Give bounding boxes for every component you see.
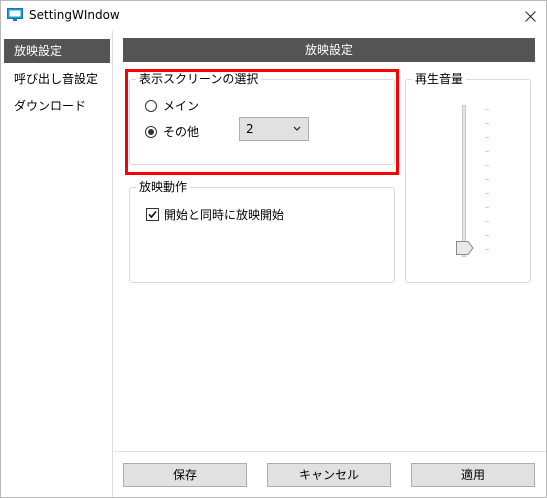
volume-slider-track[interactable]	[462, 105, 466, 257]
cancel-button[interactable]: キャンセル	[267, 463, 391, 487]
radio-other-screen[interactable]: その他	[145, 123, 199, 140]
volume-tick	[485, 221, 489, 222]
radio-other-indicator	[145, 125, 157, 138]
chevron-down-icon	[293, 118, 301, 149]
save-button[interactable]: 保存	[123, 463, 247, 487]
auto-start-label: 開始と同時に放映開始	[164, 208, 285, 222]
monitor-icon	[7, 8, 23, 22]
footer-divider	[114, 451, 546, 452]
check-icon	[148, 210, 157, 219]
volume-slider-thumb[interactable]	[456, 241, 474, 255]
volume-tick	[485, 193, 489, 194]
volume-tick	[485, 165, 489, 166]
setting-window: SettingWIndow 放映設定 呼び出し音設定 ダウンロード 放映設定 表…	[0, 0, 547, 498]
auto-start-checkbox-box	[146, 208, 159, 221]
volume-legend: 再生音量	[412, 72, 467, 86]
sidebar: 放映設定 呼び出し音設定 ダウンロード	[1, 31, 113, 497]
radio-other-label: その他	[163, 125, 200, 139]
screen-select-value: 2	[246, 122, 254, 136]
apply-button[interactable]: 適用	[411, 463, 535, 487]
playback-action-legend: 放映動作	[136, 180, 191, 194]
close-button[interactable]	[514, 1, 546, 31]
radio-main-indicator	[145, 99, 157, 112]
volume-tick	[485, 151, 489, 152]
screen-select[interactable]: 2	[239, 117, 309, 141]
sidebar-item-ringtone[interactable]: 呼び出し音設定	[4, 67, 110, 91]
radio-main-screen[interactable]: メイン	[145, 97, 199, 114]
title-bar: SettingWIndow	[1, 1, 546, 31]
page-title: 放映設定	[123, 38, 535, 62]
volume-tick	[485, 235, 489, 236]
volume-tick	[485, 137, 489, 138]
auto-start-checkbox[interactable]: 開始と同時に放映開始	[146, 206, 284, 223]
volume-tick	[485, 123, 489, 124]
volume-tick	[485, 207, 489, 208]
volume-tick	[485, 109, 489, 110]
radio-main-label: メイン	[163, 99, 200, 113]
sidebar-item-download[interactable]: ダウンロード	[4, 94, 110, 118]
volume-tick	[485, 179, 489, 180]
close-icon	[524, 10, 536, 22]
volume-tick	[485, 249, 489, 250]
display-screen-legend: 表示スクリーンの選択	[136, 72, 262, 86]
sidebar-item-playback[interactable]: 放映設定	[4, 39, 110, 63]
playback-action-group: 放映動作	[129, 180, 395, 283]
window-title: SettingWIndow	[29, 8, 120, 22]
